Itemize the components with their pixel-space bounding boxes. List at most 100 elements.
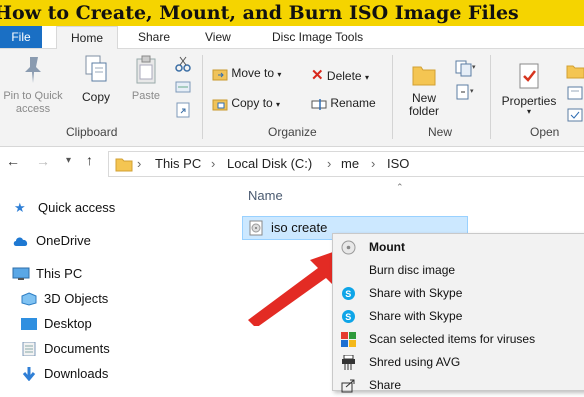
menu-item-scan-for-viruses[interactable]: Scan selected items for viruses <box>333 328 584 351</box>
tab-home[interactable]: Home <box>56 26 118 49</box>
banner-title: How to Create, Mount, and Burn ISO Image… <box>0 2 519 24</box>
documents-icon <box>22 341 36 356</box>
paste-shortcut-icon[interactable] <box>174 101 192 119</box>
breadcrumb-separator-icon: › <box>211 156 216 171</box>
menu-item-share-with-skype[interactable]: S Share with Skype <box>333 282 584 305</box>
menu-item-label: Shred using AVG <box>369 355 461 369</box>
cube-icon <box>21 292 37 306</box>
chevron-down-icon: ▾ <box>277 70 282 79</box>
back-arrow-icon[interactable]: ← <box>6 153 20 169</box>
tab-share[interactable]: Share <box>138 26 170 48</box>
nav-item-documents[interactable]: Documents <box>20 338 110 360</box>
new-folder-icon <box>412 66 436 86</box>
forward-arrow-icon[interactable]: → <box>36 153 50 169</box>
menu-item-label: Share with Skype <box>369 286 463 300</box>
tab-view[interactable]: View <box>205 26 231 48</box>
paste-button[interactable]: Paste <box>124 53 168 102</box>
copy-to-button[interactable]: Copy to ▾ <box>212 96 280 111</box>
menu-item-share-with-skype[interactable]: S Share with Skype <box>333 305 584 328</box>
nav-item-desktop[interactable]: Desktop <box>20 313 92 335</box>
nav-item-quick-access[interactable]: ★ Quick access <box>14 197 115 219</box>
move-to-button[interactable]: Move to ▾ <box>212 66 281 81</box>
nav-item-label: Documents <box>44 341 110 356</box>
history-icon[interactable] <box>566 107 584 123</box>
folder-icon <box>115 158 133 172</box>
tab-file[interactable]: File <box>0 26 42 48</box>
properties-button[interactable]: Properties ▾ <box>496 61 562 116</box>
tab-disc-image-tools[interactable]: Disc Image Tools <box>272 26 363 48</box>
nav-item-label: OneDrive <box>36 233 91 248</box>
menu-item-burn-disc-image[interactable]: Burn disc image <box>333 259 584 282</box>
copy-to-icon <box>212 99 228 111</box>
move-to-icon <box>212 69 228 81</box>
address-bar-row: ← → ▾ ↑ › This PC › Local Disk (C:) › me… <box>0 147 584 179</box>
cut-icon[interactable] <box>174 55 192 73</box>
nav-item-this-pc[interactable]: This PC <box>12 263 82 285</box>
pin-icon <box>25 57 41 83</box>
breadcrumb-iso[interactable]: ISO <box>387 152 409 176</box>
chevron-down-icon: ▾ <box>276 100 281 109</box>
svg-text:S: S <box>345 289 351 299</box>
ribbon-separator <box>490 55 491 139</box>
svg-text:▾: ▾ <box>470 88 474 95</box>
computer-icon <box>12 267 30 280</box>
properties-label: Properties <box>501 94 557 108</box>
ribbon-panel: Pin to Quick access Copy Paste Clipboard… <box>0 49 584 147</box>
properties-icon <box>519 63 539 89</box>
copy-to-label: Copy to <box>231 96 273 110</box>
context-menu: Mount Burn disc image S Share with Skype… <box>332 233 584 393</box>
nav-item-onedrive[interactable]: OneDrive <box>12 230 91 252</box>
easy-access-icon[interactable]: ▾ <box>454 83 476 101</box>
paste-icon <box>136 55 156 84</box>
pin-to-quick-access-button[interactable]: Pin to Quick access <box>0 53 66 116</box>
copy-path-icon[interactable] <box>174 79 192 95</box>
breadcrumb-this-pc[interactable]: This PC <box>155 152 201 176</box>
column-header-name[interactable]: Name <box>248 188 283 203</box>
menu-item-label: Share <box>369 378 402 392</box>
delete-label: Delete <box>326 69 362 83</box>
delete-icon: ✕ <box>311 67 324 84</box>
open-folder-icon[interactable] <box>566 63 584 79</box>
menu-item-share[interactable]: Share <box>333 374 584 397</box>
up-arrow-icon[interactable]: ↑ <box>86 152 93 168</box>
delete-button[interactable]: ✕ Delete ▾ <box>311 66 369 84</box>
svg-text:▾: ▾ <box>472 64 476 71</box>
breadcrumb-me[interactable]: me <box>341 152 359 176</box>
breadcrumb-local-disk[interactable]: Local Disk (C:) <box>227 152 312 176</box>
pin-label-line1: Pin to Quick <box>3 90 63 102</box>
copy-icon <box>85 55 107 82</box>
clipboard-group-label: Clipboard <box>66 125 118 139</box>
breadcrumb-separator-icon: › <box>137 156 142 171</box>
copy-label: Copy <box>81 90 110 104</box>
svg-text:S: S <box>345 312 351 322</box>
pin-label-line2: access <box>15 103 51 115</box>
address-bar[interactable]: › This PC › Local Disk (C:) › me › ISO <box>108 151 584 177</box>
chevron-down-icon: ▾ <box>364 73 369 82</box>
ribbon-tabs: File Home Share View Disc Image Tools <box>0 26 584 49</box>
new-group-label: New <box>428 125 453 139</box>
menu-item-label: Share with Skype <box>369 309 463 323</box>
menu-item-mount[interactable]: Mount <box>333 236 584 259</box>
menu-item-shred-using-avg[interactable]: Shred using AVG <box>333 351 584 374</box>
skype-icon: S <box>342 310 355 323</box>
nav-item-downloads[interactable]: Downloads <box>20 363 108 385</box>
ribbon-separator <box>202 55 203 139</box>
skype-icon: S <box>342 287 355 300</box>
rename-button[interactable]: Rename <box>311 96 376 111</box>
recent-locations-icon[interactable]: ▾ <box>66 155 71 166</box>
copy-button[interactable]: Copy <box>76 53 116 104</box>
menu-item-label: Burn disc image <box>369 263 456 277</box>
chevron-down-icon: ▾ <box>526 107 531 116</box>
edit-icon[interactable] <box>566 85 584 101</box>
star-icon: ★ <box>14 199 26 215</box>
cloud-icon <box>13 237 28 246</box>
new-item-icon[interactable]: ▾ <box>454 59 476 77</box>
rename-icon <box>311 98 327 110</box>
new-folder-label-line2: folder <box>408 104 440 118</box>
paste-label: Paste <box>131 90 161 102</box>
nav-item-label: Quick access <box>38 200 116 215</box>
desktop-icon <box>21 317 37 330</box>
new-folder-button[interactable]: New folder <box>402 59 446 118</box>
navigation-pane: ★ Quick access OneDrive This PC 3D Object… <box>0 185 230 389</box>
nav-item-3d-objects[interactable]: 3D Objects <box>20 288 108 310</box>
